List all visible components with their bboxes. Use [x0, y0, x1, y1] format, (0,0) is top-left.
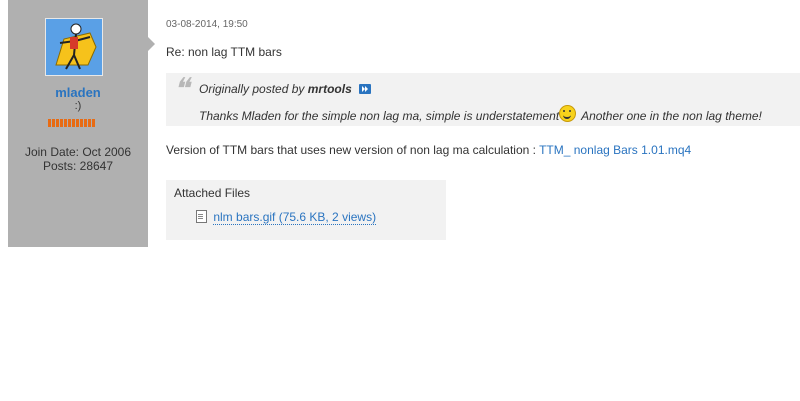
reputation-pip [60, 119, 63, 127]
username-link[interactable]: mladen [8, 85, 148, 100]
reputation-pip [68, 119, 71, 127]
reputation-pip [84, 119, 87, 127]
post-body-text: Version of TTM bars that uses new versio… [166, 143, 536, 157]
attachment-item: nlm bars.gif (75.6 KB, 2 views) [196, 210, 377, 225]
file-icon [196, 210, 207, 223]
quote-text-part1: Thanks Mladen for the simple non lag ma,… [199, 109, 560, 123]
reputation-pip [88, 119, 91, 127]
user-title: :) [74, 100, 82, 112]
post-date: 03-08-2014, 19:50 [166, 19, 248, 30]
post-title: Re: non lag TTM bars [166, 45, 282, 59]
smiley-icon [559, 105, 577, 122]
reputation-pip [64, 119, 67, 127]
reputation-pip [48, 119, 51, 127]
quote-text-part2: Another one in the non lag theme! [581, 109, 762, 123]
quote-text: Thanks Mladen for the simple non lag ma,… [199, 105, 762, 123]
attachments-heading: Attached Files [174, 186, 251, 200]
avatar[interactable] [45, 18, 103, 76]
quote-mark-icon: ❝ [173, 72, 190, 107]
user-info: Join Date: Oct 2006 Posts: 28647 [8, 145, 148, 173]
sidebar-pointer [148, 37, 155, 51]
post-body: Version of TTM bars that uses new versio… [166, 143, 691, 157]
quote-header: Originally posted by mrtools [199, 82, 372, 96]
avatar-stickman-image [46, 19, 102, 75]
post-count: Posts: 28647 [42, 159, 114, 173]
quote-author: mrtools [307, 82, 352, 96]
reputation-pip [56, 119, 59, 127]
reputation-pip [92, 119, 95, 127]
attachment-inline-link[interactable]: TTM_ nonlag Bars 1.01.mq4 [539, 143, 691, 157]
quote-prefix: Originally posted by [199, 82, 305, 96]
quote-block: ❝ Originally posted by mrtools Thanks Ml… [166, 73, 800, 126]
attachment-link[interactable]: nlm bars.gif (75.6 KB, 2 views) [213, 210, 377, 225]
reputation-bar [48, 119, 95, 127]
attachments-box: Attached Files nlm bars.gif (75.6 KB, 2 … [166, 180, 446, 240]
user-sidebar: mladen :) Join Date: Oct 2006 Posts: 286… [8, 0, 148, 247]
view-post-icon[interactable] [359, 84, 372, 94]
reputation-pip [80, 119, 83, 127]
reputation-pip [72, 119, 75, 127]
reputation-pip [52, 119, 55, 127]
join-date: Join Date: Oct 2006 [24, 145, 132, 159]
reputation-pip [76, 119, 79, 127]
